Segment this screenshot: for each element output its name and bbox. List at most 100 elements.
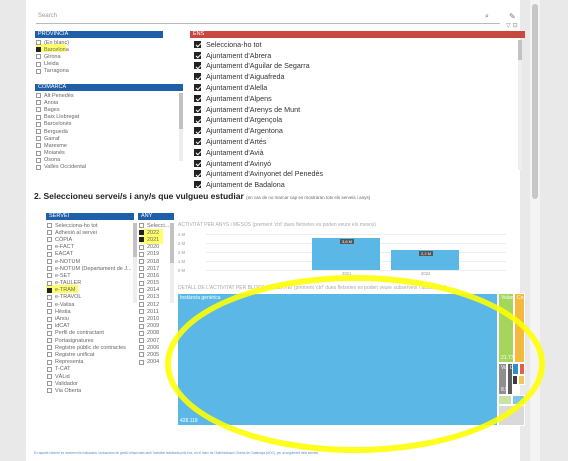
checkbox[interactable] <box>47 273 52 279</box>
servei-item[interactable]: T-CAT <box>47 366 131 373</box>
ens-item[interactable]: Ajuntament d'Alpens <box>194 93 514 104</box>
search-icon[interactable]: ⌕ <box>485 13 489 21</box>
checkbox[interactable] <box>194 170 201 178</box>
checkbox[interactable] <box>139 259 144 265</box>
filter-icons[interactable]: ▽⊡ <box>506 22 520 29</box>
pin-icon[interactable]: ✎ <box>509 12 516 21</box>
servei-item[interactable]: e-TRAM <box>47 287 131 294</box>
ens-item[interactable]: Ajuntament d'Avià <box>194 147 514 158</box>
checkbox[interactable] <box>139 266 144 272</box>
checkbox[interactable] <box>36 54 41 60</box>
checkbox[interactable] <box>139 280 144 286</box>
ens-item[interactable]: Ajuntament d'Argençola <box>194 115 514 126</box>
servei-item[interactable]: e-TAULER <box>47 280 131 287</box>
checkbox[interactable] <box>36 164 41 170</box>
servei-item[interactable]: Representa <box>47 359 131 366</box>
comarca-item[interactable]: Moianès <box>36 150 176 157</box>
checkbox[interactable] <box>47 374 52 380</box>
any-item[interactable]: 2014 <box>139 287 172 294</box>
ens-item[interactable]: Ajuntament d'Arenys de Munt <box>194 104 514 115</box>
any-item[interactable]: 2011 <box>139 308 172 315</box>
checkbox[interactable] <box>139 338 144 344</box>
checkbox[interactable] <box>139 302 144 308</box>
comarca-item[interactable]: Baix Llobregat <box>36 114 176 121</box>
servei-item[interactable]: idCAT <box>47 323 131 330</box>
checkbox[interactable] <box>47 338 52 344</box>
any-item[interactable]: 2009 <box>139 323 172 330</box>
checkbox[interactable] <box>139 237 144 243</box>
checkbox[interactable] <box>194 127 201 135</box>
checkbox[interactable] <box>47 330 52 336</box>
checkbox[interactable] <box>194 84 201 92</box>
servei-item[interactable]: EACAT <box>47 251 131 258</box>
checkbox[interactable] <box>47 381 52 387</box>
checkbox[interactable] <box>36 61 41 67</box>
checkbox[interactable] <box>47 244 52 250</box>
any-item[interactable]: 2022 <box>139 229 172 236</box>
servei-item[interactable]: Portasignatures <box>47 337 131 344</box>
checkbox[interactable] <box>194 138 201 146</box>
checkbox[interactable] <box>36 136 41 142</box>
checkbox[interactable] <box>47 366 52 372</box>
any-scrollbar[interactable] <box>170 223 174 303</box>
ens-item[interactable]: Selecciona-ho tot <box>194 39 514 50</box>
checkbox[interactable] <box>36 40 41 46</box>
any-item[interactable]: 2017 <box>139 265 172 272</box>
checkbox[interactable] <box>47 237 52 243</box>
servei-scrollbar[interactable] <box>133 223 137 303</box>
checkbox[interactable] <box>36 143 41 149</box>
checkbox[interactable] <box>36 68 41 74</box>
checkbox[interactable] <box>36 47 41 53</box>
checkbox[interactable] <box>47 230 52 236</box>
checkbox[interactable] <box>36 93 41 99</box>
checkbox[interactable] <box>139 294 144 300</box>
checkbox[interactable] <box>47 316 52 322</box>
checkbox[interactable] <box>194 94 201 102</box>
checkbox[interactable] <box>139 223 144 229</box>
checkbox[interactable] <box>47 359 52 365</box>
comarca-item[interactable]: Bages <box>36 106 176 113</box>
checkbox[interactable] <box>47 302 52 308</box>
any-item[interactable]: Selecci... <box>139 222 172 229</box>
comarca-item[interactable]: Anoia <box>36 99 176 106</box>
any-item[interactable]: 2019 <box>139 251 172 258</box>
any-item[interactable]: 2016 <box>139 272 172 279</box>
checkbox[interactable] <box>36 129 41 135</box>
servei-item[interactable]: Registre unificat <box>47 351 131 358</box>
servei-item[interactable]: e-TRAVOL <box>47 294 131 301</box>
checkbox[interactable] <box>139 316 144 322</box>
comarca-item[interactable]: Alt Penedès <box>36 92 176 99</box>
comarca-item[interactable]: Maresme <box>36 142 176 149</box>
checkbox[interactable] <box>139 251 144 257</box>
checkbox[interactable] <box>47 309 52 315</box>
ens-item[interactable]: Ajuntament d'Alella <box>194 82 514 93</box>
any-item[interactable]: 2015 <box>139 280 172 287</box>
checkbox[interactable] <box>47 294 52 300</box>
servei-item[interactable]: iArxiu <box>47 315 131 322</box>
checkbox[interactable] <box>194 105 201 113</box>
comarca-item[interactable]: Osona <box>36 157 176 164</box>
checkbox[interactable] <box>139 273 144 279</box>
any-item[interactable]: 2021 <box>139 236 172 243</box>
checkbox[interactable] <box>139 330 144 336</box>
provincia-item[interactable]: Lleida <box>36 61 156 68</box>
ens-item[interactable]: Ajuntament d'Abrera <box>194 50 514 61</box>
checkbox[interactable] <box>36 107 41 113</box>
checkbox[interactable] <box>139 287 144 293</box>
checkbox[interactable] <box>47 345 52 351</box>
servei-item[interactable]: VÀLid <box>47 373 131 380</box>
checkbox[interactable] <box>47 280 52 286</box>
checkbox[interactable] <box>47 287 52 293</box>
servei-item[interactable]: Registre públic de contractes <box>47 344 131 351</box>
checkbox[interactable] <box>194 181 201 189</box>
servei-item[interactable]: Hèstia <box>47 308 131 315</box>
servei-item[interactable]: Via Oberta <box>47 387 131 394</box>
servei-item[interactable]: e-SET <box>47 272 131 279</box>
servei-item[interactable]: e-NOTUM (Departament de J... <box>47 265 131 272</box>
provincia-item[interactable]: Barcelona <box>36 46 156 53</box>
checkbox[interactable] <box>194 148 201 156</box>
servei-item[interactable]: CÒPIA <box>47 236 131 243</box>
checkbox[interactable] <box>36 100 41 106</box>
checkbox[interactable] <box>139 244 144 250</box>
checkbox[interactable] <box>139 323 144 329</box>
